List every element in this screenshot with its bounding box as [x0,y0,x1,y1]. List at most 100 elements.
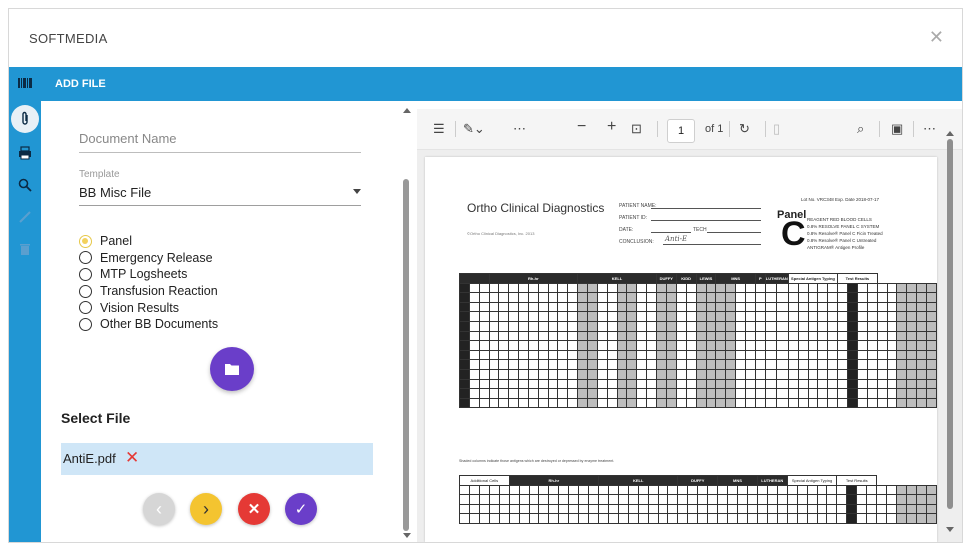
table-cell [498,359,510,370]
table-cell [735,330,747,342]
draw-icon[interactable]: ✎⌄ [463,121,485,137]
table-cell [707,503,719,515]
table-cell [675,311,687,322]
table-cell [478,311,490,322]
fit-page-icon[interactable]: ⊡ [631,121,642,137]
form-scroll-thumb[interactable] [403,179,409,531]
table-cell [705,282,717,294]
table-cell [847,301,858,313]
reagent-line: ANTIGRAM® Antigen Profile [807,245,865,250]
radio-vision-results[interactable]: Vision Results [79,299,218,316]
table-cell [754,388,766,399]
table-cell [876,330,888,342]
zoom-out-icon[interactable]: − [577,118,586,136]
table-cell [735,349,747,361]
table-cell [856,311,868,322]
radio-icon [79,301,92,315]
table-cell [886,388,898,399]
table-cell [776,292,789,303]
table-cell [695,378,707,390]
remove-file-icon[interactable]: ✕ [125,448,139,468]
scroll-down-icon[interactable] [403,533,411,538]
zoom-in-icon[interactable]: + [607,118,616,136]
contents-icon[interactable]: ☰ [433,121,445,137]
table-cell [577,301,588,313]
divider [657,121,658,137]
radio-emergency-release[interactable]: Emergency Release [79,250,218,267]
table-cell [736,484,748,496]
viewer-scroll-down-icon[interactable] [946,527,954,532]
table-cell [837,378,849,390]
table-cell [528,513,540,524]
more-tools-icon[interactable]: ⋯ [513,121,526,137]
table-cell [586,340,598,351]
table-cell [478,320,490,332]
table-cell [705,359,717,370]
table-cell [677,484,689,496]
table-cell [695,388,707,399]
template-select[interactable]: BB Misc File [79,185,361,206]
table-cell [886,397,898,409]
browse-folder-button[interactable] [210,347,254,391]
table-cell [537,282,549,294]
page-view-icon[interactable]: ▯ [773,121,780,137]
table-cell [655,340,667,351]
table-cell [626,378,638,390]
previous-button[interactable]: ‹ [143,493,175,525]
page-number-input[interactable]: 1 [667,119,695,143]
table-cell [827,359,839,370]
table-cell [886,513,897,524]
rotate-icon[interactable]: ↻ [739,121,750,137]
table-cell [596,397,608,409]
paperclip-icon[interactable] [15,109,35,129]
table-cell [905,503,917,515]
table-cell [866,494,878,505]
table-cell [916,340,927,351]
table-cell [567,292,579,303]
radio-transfusion-reaction[interactable]: Transfusion Reaction [79,283,218,300]
table-cell [776,368,789,380]
viewer-scroll-thumb[interactable] [947,139,953,509]
table-cell [675,340,687,351]
table-cell [715,330,727,342]
table-cell [646,311,657,322]
radio-mtp-logsheets[interactable]: MTP Logsheets [79,266,218,283]
barcode-icon[interactable] [15,73,35,93]
pen-icon[interactable] [15,207,35,227]
table-cell [827,388,839,399]
more-options-icon[interactable]: ⋯ [923,121,936,137]
close-icon[interactable]: ✕ [929,27,944,48]
table-cell [697,484,709,496]
table-cell [508,282,520,294]
radio-other-bb-documents[interactable]: Other BB Documents [79,316,218,333]
table-cell [817,359,829,370]
table-cell [896,301,908,313]
lot-number: Lot No. VRC348 Exp. Date 2018-07-17 [801,197,880,202]
next-button[interactable]: › [190,493,222,525]
table-cell [508,340,520,351]
chevron-left-icon: ‹ [156,498,162,519]
viewer-scroll-up-icon[interactable] [946,131,954,136]
table-cell [468,378,480,390]
table-cell [847,292,858,303]
save-icon[interactable]: ▣ [891,121,903,137]
table-cell [695,340,707,351]
table-cell [797,282,809,294]
table-cell [866,359,878,370]
table-cell [725,282,737,294]
table-cell [468,349,480,361]
table-cell [508,292,520,303]
document-name-field[interactable]: Document Name [79,131,361,153]
table-cell [488,330,500,342]
table-cell [459,340,470,351]
search-icon[interactable]: ⌕ [857,121,864,137]
printer-icon[interactable] [15,143,35,163]
scroll-up-icon[interactable] [403,108,411,113]
table-cell [655,292,667,303]
confirm-button[interactable]: ✓ [285,493,317,525]
radio-panel[interactable]: Panel [79,233,218,250]
cancel-button[interactable]: ✕ [238,493,270,525]
table-cell [925,311,937,322]
search-icon[interactable] [15,175,35,195]
trash-icon[interactable] [15,239,35,259]
